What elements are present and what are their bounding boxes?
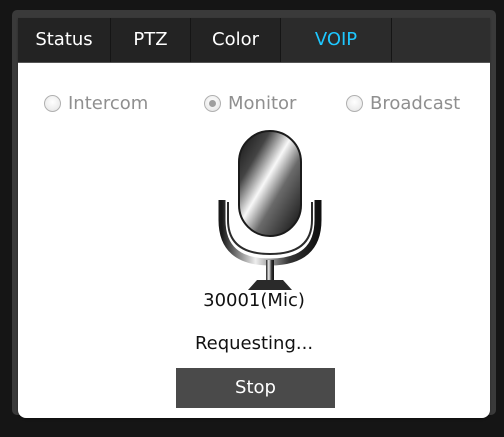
tab-voip[interactable]: VOIP — [281, 18, 392, 62]
broadcast-radio[interactable]: Broadcast — [346, 88, 460, 118]
tab-status[interactable]: Status — [18, 18, 111, 62]
tab-color[interactable]: Color — [191, 18, 281, 62]
status-text: Requesting... — [194, 333, 314, 354]
mode-radio-group: Intercom Monitor Broadcast — [18, 88, 490, 118]
radio-unchecked-icon — [44, 94, 61, 112]
voip-panel: Status PTZ Color VOIP Intercom Monitor B… — [18, 18, 490, 418]
monitor-radio[interactable]: Monitor — [204, 88, 296, 118]
radio-label: Intercom — [68, 92, 149, 114]
radio-label: Monitor — [228, 92, 297, 114]
radio-checked-icon — [204, 94, 221, 112]
intercom-radio[interactable]: Intercom — [44, 88, 148, 118]
radio-unchecked-icon — [346, 94, 363, 112]
microphone-icon[interactable] — [210, 128, 330, 298]
mic-id-label: 30001(Mic) — [203, 290, 305, 311]
tab-ptz[interactable]: PTZ — [111, 18, 191, 62]
stop-button[interactable]: Stop — [176, 368, 335, 408]
radio-label: Broadcast — [370, 92, 461, 114]
tab-bar: Status PTZ Color VOIP — [18, 18, 490, 63]
